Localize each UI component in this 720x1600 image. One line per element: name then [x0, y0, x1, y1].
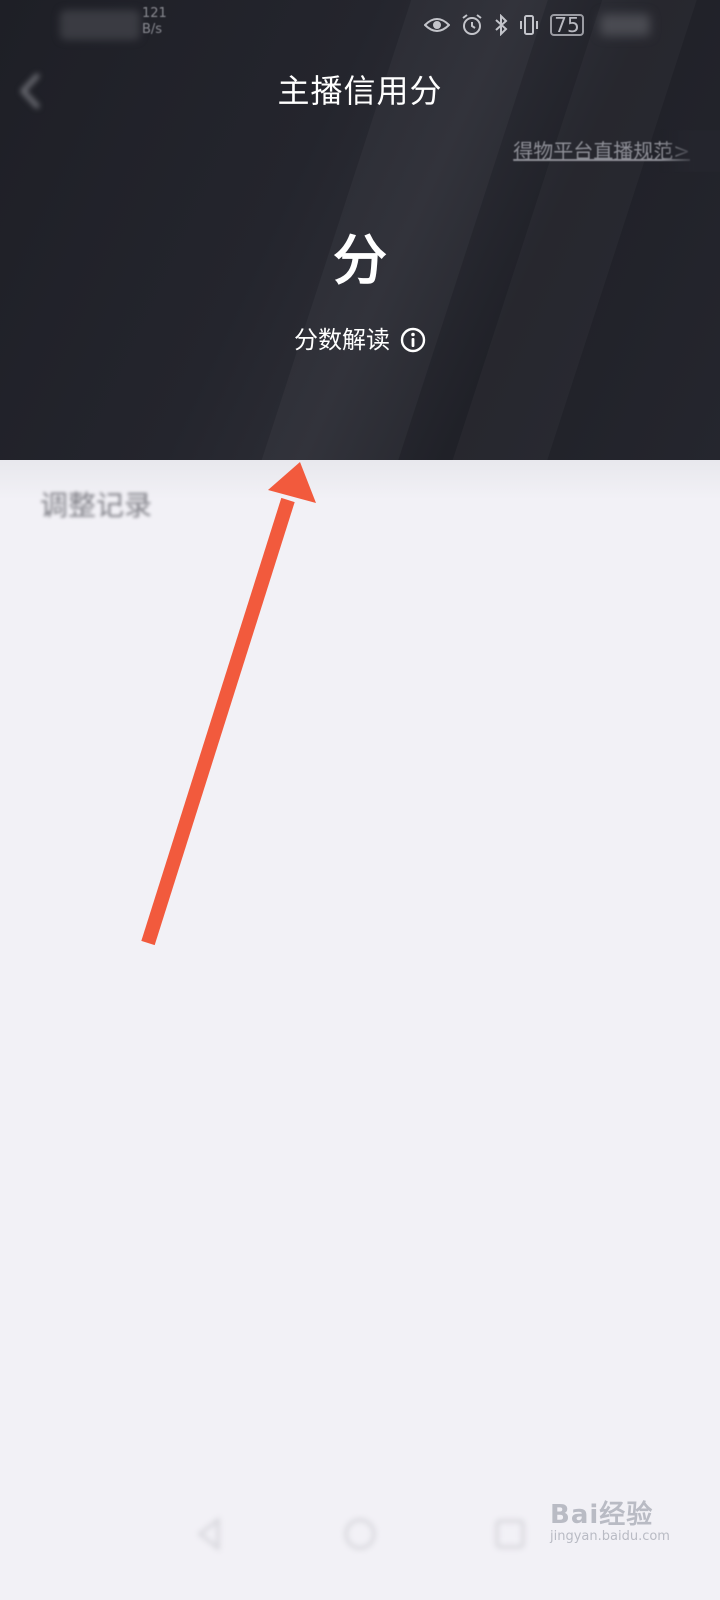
platform-rules-link[interactable]: 得物平台直播规范> — [513, 130, 720, 172]
status-icons: 75 — [424, 12, 594, 38]
watermark-url: jingyan.baidu.com — [550, 1529, 670, 1544]
network-speed: 121 B/s — [142, 6, 167, 38]
network-speed-unit: B/s — [142, 22, 163, 37]
header-panel: 121 B/s 75 主播信用分 得物平台直播规范> 分 分数解读 — [0, 0, 720, 470]
nav-recents-icon[interactable] — [490, 1514, 530, 1554]
section-title: 调整记录 — [40, 489, 153, 522]
score-explanation-button[interactable]: 分数解读 — [0, 320, 720, 360]
clock — [600, 14, 650, 36]
watermark-logo: Bai经验 — [550, 1500, 654, 1530]
signal-icon — [60, 10, 140, 40]
nav-home-icon[interactable] — [340, 1514, 380, 1554]
nav-back-icon[interactable] — [190, 1514, 230, 1554]
score-explanation-label: 分数解读 — [294, 326, 390, 354]
eye-icon — [424, 16, 450, 34]
status-bar: 121 B/s 75 — [0, 0, 720, 50]
bluetooth-icon — [494, 14, 508, 36]
vibrate-icon — [518, 14, 540, 36]
page-title: 主播信用分 — [277, 72, 443, 110]
info-icon — [400, 327, 426, 353]
arrow-shaft — [141, 497, 295, 946]
network-speed-value: 121 — [142, 6, 167, 21]
alarm-icon — [460, 13, 484, 37]
baidu-watermark: Bai经验 jingyan.baidu.com — [550, 1494, 690, 1564]
credit-score-value: 分 — [333, 229, 387, 292]
battery-icon: 75 — [550, 13, 584, 37]
